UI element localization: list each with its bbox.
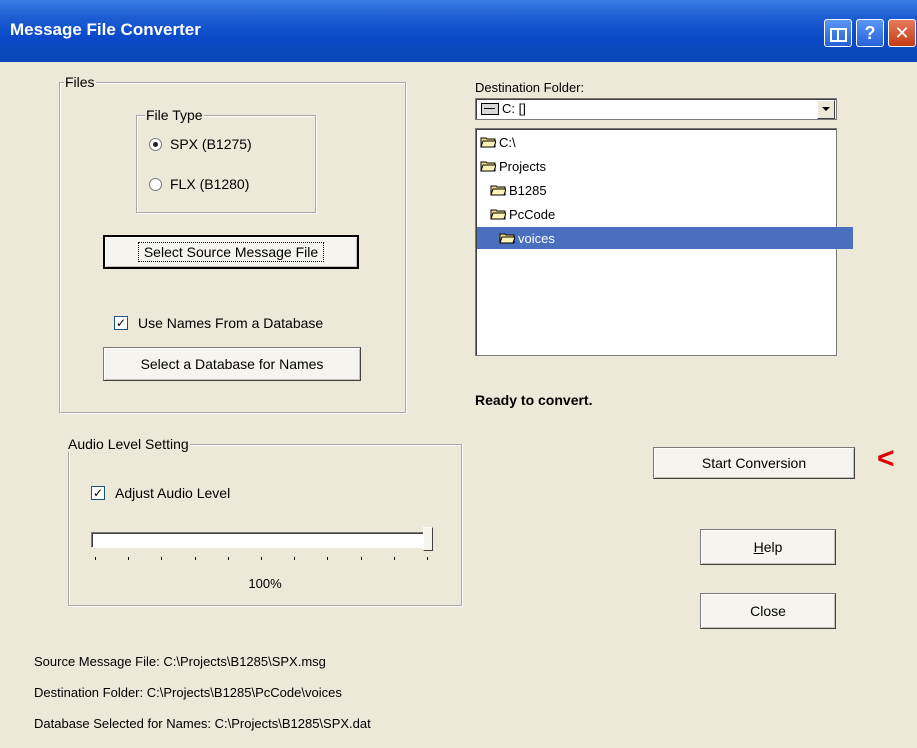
folder-label: C:\	[499, 134, 516, 150]
restore-icon	[829, 28, 847, 42]
audio-legend: Audio Level Setting	[67, 436, 190, 452]
pointer-arrow: <	[877, 442, 895, 475]
help-label-rest: elp	[763, 539, 783, 555]
dropdown-arrow-icon[interactable]	[817, 100, 835, 119]
slider-tick	[194, 557, 196, 560]
restore-button[interactable]	[824, 19, 852, 47]
folder-item[interactable]: PcCode	[478, 203, 555, 225]
select-source-label: Select Source Message File	[137, 242, 325, 262]
slider-tick	[161, 557, 163, 560]
help-button-label: Help	[754, 539, 783, 555]
folder-label: Projects	[499, 158, 546, 174]
folder-item[interactable]: Projects	[478, 155, 546, 177]
audio-level-group: Audio Level Setting ✓ Adjust Audio Level…	[67, 436, 462, 606]
window-title: Message File Converter	[10, 20, 201, 39]
file-type-legend: File Type	[145, 107, 204, 123]
database-info: Database Selected for Names: C:\Projects…	[34, 716, 371, 731]
slider-tick	[227, 557, 229, 560]
folder-label: B1285	[509, 182, 547, 198]
folder-item[interactable]: C:\	[478, 131, 516, 153]
help-button[interactable]: Help	[700, 529, 836, 565]
slider-tick	[261, 557, 262, 560]
slider-thumb[interactable]	[423, 527, 433, 551]
drive-select[interactable]: C: []	[475, 98, 837, 120]
radio-spx-label: SPX (B1275)	[170, 136, 252, 152]
folder-label: voices	[518, 230, 555, 246]
files-legend: Files	[64, 74, 96, 90]
folder-tree[interactable]: C:\ Projects B1285 PcCode voices	[475, 128, 853, 356]
adjust-audio-checkbox[interactable]: ✓ Adjust Audio Level	[91, 485, 230, 501]
folder-icon	[499, 232, 515, 244]
slider-tick	[427, 557, 428, 560]
radio-spx[interactable]: SPX (B1275)	[149, 136, 252, 152]
folder-icon	[480, 136, 496, 148]
folder-item[interactable]: voices	[477, 227, 853, 249]
slider-tick	[128, 557, 130, 560]
folder-item[interactable]: B1285	[478, 179, 547, 201]
close-button[interactable]: Close	[700, 593, 836, 629]
select-source-button[interactable]: Select Source Message File	[103, 235, 359, 269]
radio-flx[interactable]: FLX (B1280)	[149, 176, 249, 192]
slider-tick	[327, 557, 329, 560]
files-group: Files File Type SPX (B1275) FLX (B1280) …	[59, 74, 406, 413]
adjust-audio-check-icon[interactable]: ✓	[91, 486, 105, 500]
close-window-button[interactable]: ✕	[888, 19, 916, 47]
title-bar: Message File Converter ? ✕	[0, 0, 917, 62]
audio-level-value: 100%	[248, 576, 282, 591]
adjust-audio-label: Adjust Audio Level	[115, 485, 231, 501]
folder-icon	[490, 208, 506, 220]
radio-spx-indicator[interactable]	[149, 137, 162, 151]
use-names-checkbox[interactable]: ✓ Use Names From a Database	[114, 315, 323, 331]
folder-icon	[490, 184, 506, 196]
source-file-info: Source Message File: C:\Projects\B1285\S…	[34, 654, 326, 669]
use-names-label: Use Names From a Database	[138, 315, 324, 331]
status-message: Ready to convert.	[475, 392, 593, 408]
slider-tick	[393, 557, 395, 560]
dialog-client: Files File Type SPX (B1275) FLX (B1280) …	[8, 62, 917, 748]
radio-flx-indicator[interactable]	[149, 177, 162, 191]
slider-tick	[360, 557, 362, 560]
folder-icon	[480, 160, 496, 172]
drive-icon	[481, 103, 499, 115]
file-type-group: File Type SPX (B1275) FLX (B1280)	[136, 107, 316, 213]
destination-folder-info: Destination Folder: C:\Projects\B1285\Pc…	[34, 685, 342, 700]
help-title-button[interactable]: ?	[856, 19, 884, 47]
drive-select-value: C: []	[502, 101, 526, 116]
folder-label: PcCode	[509, 206, 556, 222]
start-conversion-button[interactable]: Start Conversion	[653, 447, 855, 479]
slider-tick	[95, 557, 96, 560]
help-mnemonic: H	[753, 539, 764, 555]
use-names-check-icon[interactable]: ✓	[114, 316, 128, 330]
slider-track[interactable]	[91, 532, 429, 548]
destination-label: Destination Folder:	[475, 80, 585, 95]
radio-flx-label: FLX (B1280)	[170, 176, 250, 192]
audio-level-slider[interactable]	[91, 527, 433, 567]
select-database-button[interactable]: Select a Database for Names	[103, 347, 361, 381]
slider-tick	[294, 557, 296, 560]
